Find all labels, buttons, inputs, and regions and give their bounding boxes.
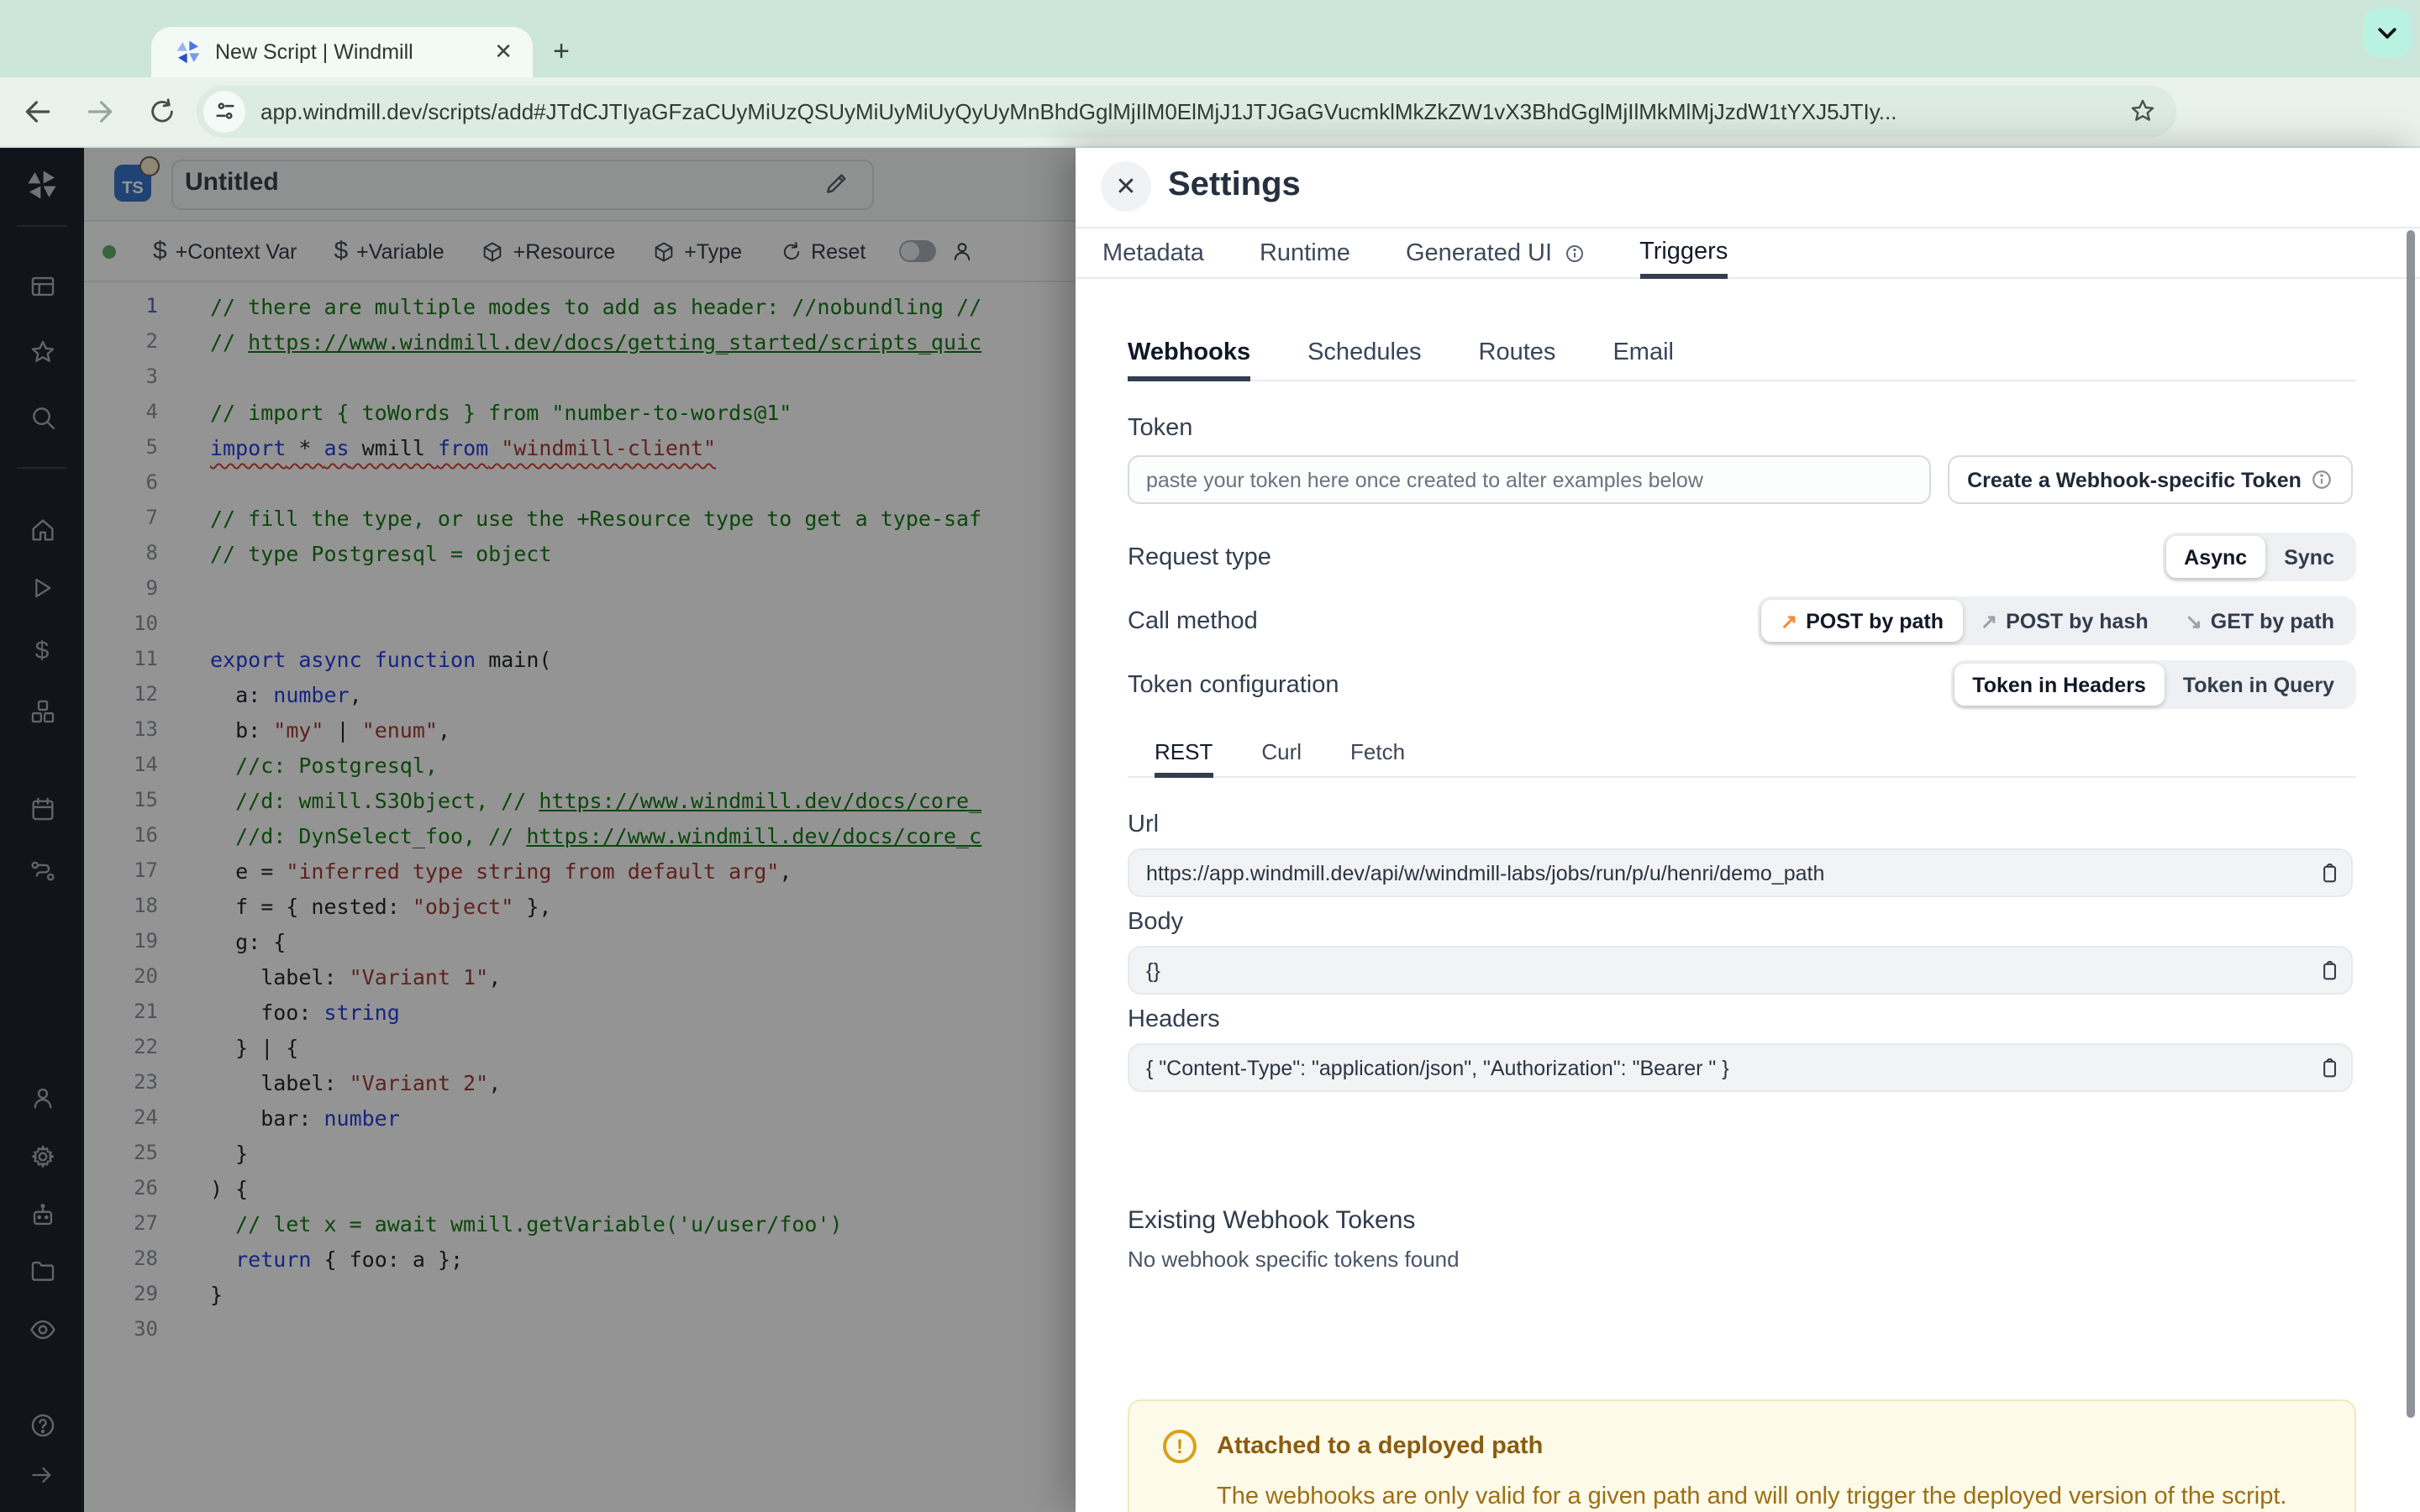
snippet-tabs: REST Curl Fetch [1128,731,2356,778]
trigger-tab-routes[interactable]: Routes [1479,328,1556,380]
headers-label: Headers [1128,1006,1220,1033]
url-field [1128,848,2353,897]
option-token-in-headers[interactable]: Token in Headers [1954,664,2165,706]
chevron-down-icon [2378,28,2396,39]
url-text[interactable]: app.windmill.dev/scripts/add#JTdCJTIyaGF… [260,98,2129,123]
info-icon [1564,243,1584,263]
tab-runtime[interactable]: Runtime [1260,228,1350,277]
arrow-up-right-icon: ↗ [1780,609,1798,633]
snippet-tab-fetch[interactable]: Fetch [1350,731,1405,776]
settings-drawer: ✕ Settings Metadata Runtime Generated UI Tr… [1076,148,2420,1512]
trigger-tab-email[interactable]: Email [1612,328,1674,380]
browser-tabstrip: New Script | Windmill ✕ + [0,0,2420,77]
trigger-tab-webhooks[interactable]: Webhooks [1128,328,1251,381]
warning-text: The webhooks are only valid for a given … [1217,1483,2287,1510]
arrow-up-right-icon: ↗ [1981,609,1998,633]
windmill-favicon-icon [175,39,202,66]
create-webhook-token-label: Create a Webhook-specific Token [1967,468,2302,491]
url-bar[interactable]: app.windmill.dev/scripts/add#JTdCJTIyaGF… [197,85,2176,137]
drawer-title: Settings [1168,166,1301,203]
token-configuration-control: Token in Headers Token in Query [1076,660,2356,709]
option-token-in-query[interactable]: Token in Query [2165,664,2353,706]
url-label: Url [1128,811,1160,838]
screen: New Script | Windmill ✕ + app.windmill.d… [0,0,2420,1512]
token-input[interactable] [1128,455,1931,504]
request-type-control: Async Sync [1076,533,2356,581]
option-get-by-path[interactable]: ↘ GET by path [2167,600,2353,642]
page-content: $ TS Untitled $ +Context Var $ +Variable +Re… [0,148,2420,1512]
body-label: Body [1128,909,1184,936]
back-button[interactable] [15,90,59,134]
tab-triggers[interactable]: Triggers [1639,228,1728,279]
create-webhook-token-button[interactable]: Create a Webhook-specific Token [1948,455,2353,504]
copy-icon[interactable] [2307,861,2351,885]
drawer-header: ✕ Settings [1076,148,2420,228]
tab-generated-ui[interactable]: Generated UI [1406,228,1584,277]
option-post-by-path[interactable]: ↗ POST by path [1761,600,1962,642]
body-value[interactable] [1129,958,2307,982]
trigger-tabs: Webhooks Schedules Routes Email [1128,328,2356,381]
new-tab-button[interactable]: + [544,35,578,69]
close-button[interactable]: ✕ [1101,161,1151,212]
info-icon [2312,469,2333,491]
forward-button[interactable] [77,90,121,134]
reload-button[interactable] [139,90,183,134]
deployed-path-warning: ! Attached to a deployed path The webhoo… [1128,1399,2356,1512]
tab-close-icon[interactable]: ✕ [491,39,516,66]
snippet-tab-rest[interactable]: REST [1155,731,1213,778]
site-settings-icon[interactable] [203,90,245,132]
drawer-scrollbar[interactable] [2407,230,2415,1418]
existing-tokens-empty-text: No webhook specific tokens found [1128,1247,1460,1272]
token-label: Token [1128,415,1193,442]
warning-title: Attached to a deployed path [1217,1433,1544,1460]
headers-field [1128,1043,2353,1092]
option-sync[interactable]: Sync [2265,536,2353,578]
url-value[interactable] [1129,861,2307,885]
settings-tabs: Metadata Runtime Generated UI Triggers [1076,228,2420,279]
tab-title: New Script | Windmill [215,40,413,64]
body-field [1128,946,2353,995]
call-method-control: ↗ POST by path ↗ POST by hash ↘ GET by path [1076,596,2356,645]
window-chevron-button[interactable] [2363,8,2412,57]
modal-dim-overlay[interactable] [0,148,1076,1512]
snippet-tab-curl[interactable]: Curl [1261,731,1302,776]
option-post-by-hash[interactable]: ↗ POST by hash [1962,600,2167,642]
trigger-tab-schedules[interactable]: Schedules [1307,328,1421,380]
browser-tab[interactable]: New Script | Windmill ✕ [151,27,533,77]
token-row: Create a Webhook-specific Token [1128,455,2353,504]
copy-icon[interactable] [2307,958,2351,982]
browser-toolbar: app.windmill.dev/scripts/add#JTdCJTIyaGF… [0,77,2420,208]
existing-tokens-heading: Existing Webhook Tokens [1128,1206,1416,1235]
bookmark-star-icon[interactable] [2129,97,2156,124]
arrow-down-right-icon: ↘ [2185,609,2202,633]
warning-icon: ! [1163,1430,1197,1463]
option-async[interactable]: Async [2165,536,2266,578]
headers-value[interactable] [1129,1056,2307,1079]
tab-metadata[interactable]: Metadata [1102,228,1204,277]
copy-icon[interactable] [2307,1056,2351,1079]
